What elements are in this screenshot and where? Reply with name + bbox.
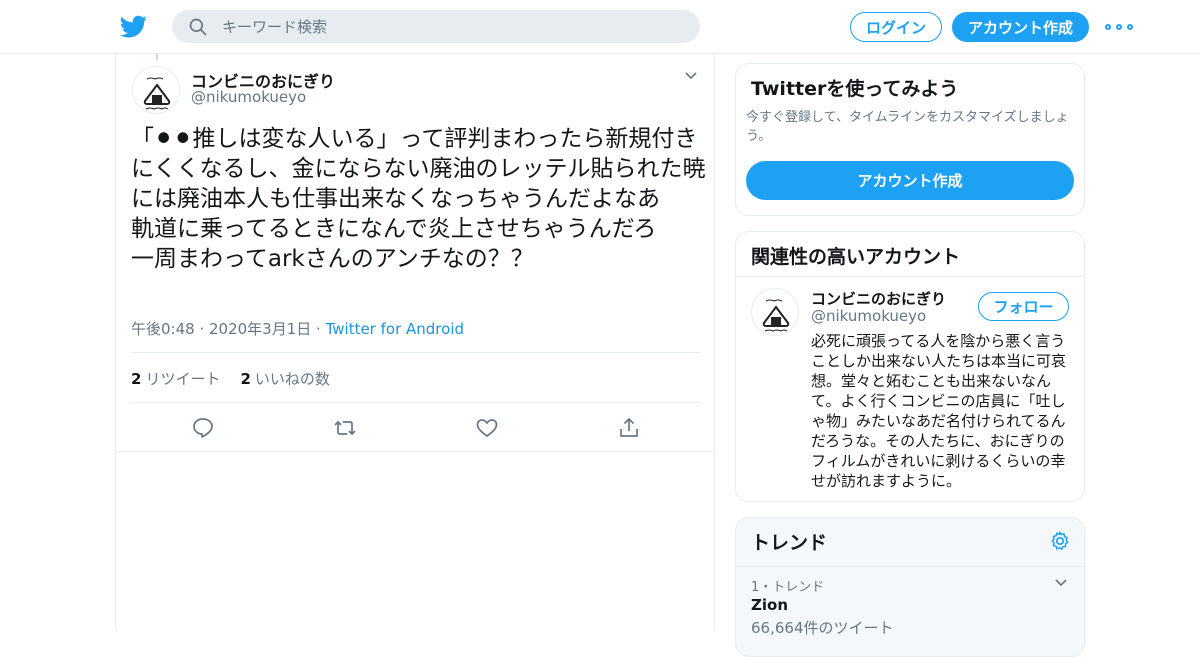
trend-item[interactable]: 1・トレンド Zion 66,664件のツイート (736, 567, 1084, 656)
signup-button[interactable]: アカウント作成 (952, 12, 1089, 42)
tweet-actions (116, 414, 716, 444)
search-icon (189, 18, 207, 35)
retweet-icon[interactable] (333, 416, 357, 440)
signup-card: Twitterを使ってみよう 今すぐ登録して、タイムラインをカスタマイズしましょ… (735, 63, 1085, 216)
trend-rank: 1・トレンド (751, 580, 825, 595)
trend-name: Zion (751, 596, 789, 614)
tweet-time[interactable]: 午後0:48 (131, 320, 195, 338)
signup-card-button[interactable]: アカウント作成 (746, 161, 1074, 200)
meta-separator: · (311, 320, 326, 338)
divider (116, 451, 714, 452)
reply-icon[interactable] (191, 416, 215, 440)
chevron-down-icon[interactable] (684, 69, 698, 83)
trend-tweet-count: 66,664件のツイート (751, 619, 894, 637)
tweet-date[interactable]: 2020年3月1日 (209, 320, 311, 338)
retweets-count: 2 (131, 370, 142, 388)
avatar[interactable] (751, 288, 799, 336)
likes-stat[interactable]: 2 いいねの数 (240, 368, 329, 389)
trends-card-title: トレンド (751, 532, 828, 554)
signup-card-description: 今すぐ登録して、タイムラインをカスタマイズしましょう。 (746, 110, 1069, 144)
tweet-source-link[interactable]: Twitter for Android (326, 320, 464, 338)
retweets-stat[interactable]: 2 リツイート (131, 368, 220, 389)
tweet-meta: 午後0:48 · 2020年3月1日 · Twitter for Android (131, 318, 464, 339)
top-navigation: ログイン アカウント作成 (0, 0, 1200, 54)
more-icon[interactable] (1105, 18, 1133, 36)
onigiri-avatar-icon (762, 299, 790, 332)
twitter-logo-icon[interactable] (120, 13, 147, 40)
thread-line (156, 54, 158, 60)
tweet-stats: 2 リツイート 2 いいねの数 (131, 368, 330, 389)
chevron-down-icon[interactable] (1054, 576, 1068, 590)
avatar[interactable] (132, 66, 180, 114)
share-icon[interactable] (617, 416, 641, 440)
retweets-label: リツイート (145, 370, 221, 388)
trends-card: トレンド 1・トレンド Zion 66,664件のツイート (735, 517, 1085, 657)
related-accounts-card: 関連性の高いアカウント コンビニのおにぎり @nikumokueyo フォロー … (735, 231, 1085, 502)
related-account-handle[interactable]: @nikumokueyo (811, 307, 926, 325)
related-account-bio: 必死に頑張ってる人を陰から悪く言うことしか出来ない人たちは本当に可哀想。堂々と妬… (811, 332, 1067, 490)
tweet-column: コンビニのおにぎり @nikumokueyo 「⚫⚫推しは変な人いる」って評判ま… (115, 54, 715, 630)
like-icon[interactable] (475, 416, 499, 440)
likes-label: いいねの数 (254, 370, 330, 388)
tweet-text: 「⚫⚫推しは変な人いる」って評判まわったら新規付きにくくなるし、金にならない廃油… (131, 126, 706, 272)
likes-count: 2 (240, 370, 251, 388)
related-card-title: 関連性の高いアカウント (751, 246, 961, 268)
login-button[interactable]: ログイン (850, 12, 942, 42)
signup-card-title: Twitterを使ってみよう (751, 78, 959, 100)
search-bar[interactable] (172, 10, 700, 43)
meta-separator: · (194, 320, 209, 338)
follow-button[interactable]: フォロー (978, 292, 1069, 321)
search-input[interactable] (222, 17, 662, 36)
related-account-name[interactable]: コンビニのおにぎり (811, 288, 946, 309)
gear-icon[interactable] (1049, 530, 1071, 552)
divider (131, 352, 700, 353)
divider (131, 402, 700, 403)
tweet-author-handle[interactable]: @nikumokueyo (191, 88, 306, 106)
divider (736, 276, 1084, 277)
onigiri-avatar-icon (143, 77, 171, 110)
